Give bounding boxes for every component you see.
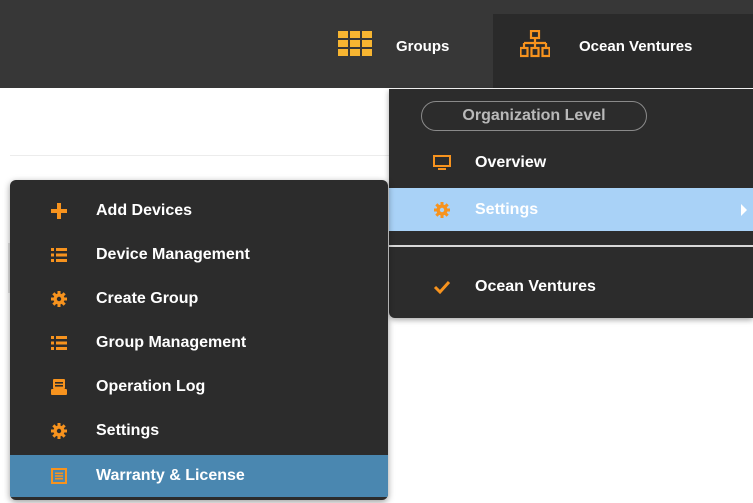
- menu-item-create-group[interactable]: Create Group: [10, 279, 388, 319]
- menu-item-group-management[interactable]: Group Management: [10, 323, 388, 363]
- menu-item-label: Warranty & License: [96, 467, 245, 484]
- menu-item-org-ocean-ventures[interactable]: Ocean Ventures: [389, 271, 753, 303]
- list-icon: [50, 246, 68, 264]
- organization-level-badge: Organization Level: [421, 101, 647, 131]
- groups-label: Groups: [396, 37, 450, 55]
- menu-item-label: Add Devices: [96, 202, 193, 219]
- menu-item-operation-log[interactable]: Operation Log: [10, 367, 388, 407]
- document-icon: [50, 467, 68, 485]
- menu-item-add-devices[interactable]: Add Devices: [10, 191, 388, 231]
- list-icon: [50, 334, 68, 352]
- page-divider: [10, 155, 390, 156]
- menu-item-label: Group Management: [96, 334, 247, 351]
- org-label: Ocean Ventures: [579, 37, 693, 55]
- plus-icon: [50, 202, 68, 220]
- monitor-icon: [433, 154, 451, 172]
- gear-icon: [50, 290, 68, 308]
- gear-icon: [50, 422, 68, 440]
- menu-item-label: Overview: [475, 154, 547, 171]
- settings-submenu: Add Devices Device Management Create Gro…: [10, 180, 388, 500]
- menu-item-label: Settings: [475, 200, 539, 218]
- top-bar: Groups Ocean Ventures: [0, 0, 753, 88]
- menu-item-device-management[interactable]: Device Management: [10, 235, 388, 275]
- menu-item-settings[interactable]: Settings: [10, 411, 388, 451]
- groups-button[interactable]: Groups: [336, 30, 449, 62]
- log-icon: [50, 378, 68, 396]
- gear-icon: [433, 201, 451, 219]
- menu-item-warranty-license[interactable]: Warranty & License: [10, 455, 388, 497]
- org-dropdown-menu: Organization Level Overview Settings Oce…: [389, 89, 753, 318]
- menu-divider: [389, 245, 753, 247]
- menu-item-label: Device Management: [96, 246, 250, 263]
- menu-item-label: Settings: [96, 422, 160, 439]
- org-chart-icon: [519, 29, 551, 63]
- checkmark-icon: [433, 278, 451, 296]
- menu-item-label: Ocean Ventures: [475, 278, 596, 295]
- chevron-right-icon: [741, 204, 747, 216]
- grid-icon: [336, 30, 376, 62]
- menu-item-overview[interactable]: Overview: [389, 147, 753, 179]
- org-switcher-button[interactable]: Ocean Ventures: [519, 29, 693, 63]
- menu-item-label: Operation Log: [96, 378, 206, 395]
- menu-item-label: Create Group: [96, 290, 199, 307]
- menu-item-settings[interactable]: Settings: [389, 188, 753, 231]
